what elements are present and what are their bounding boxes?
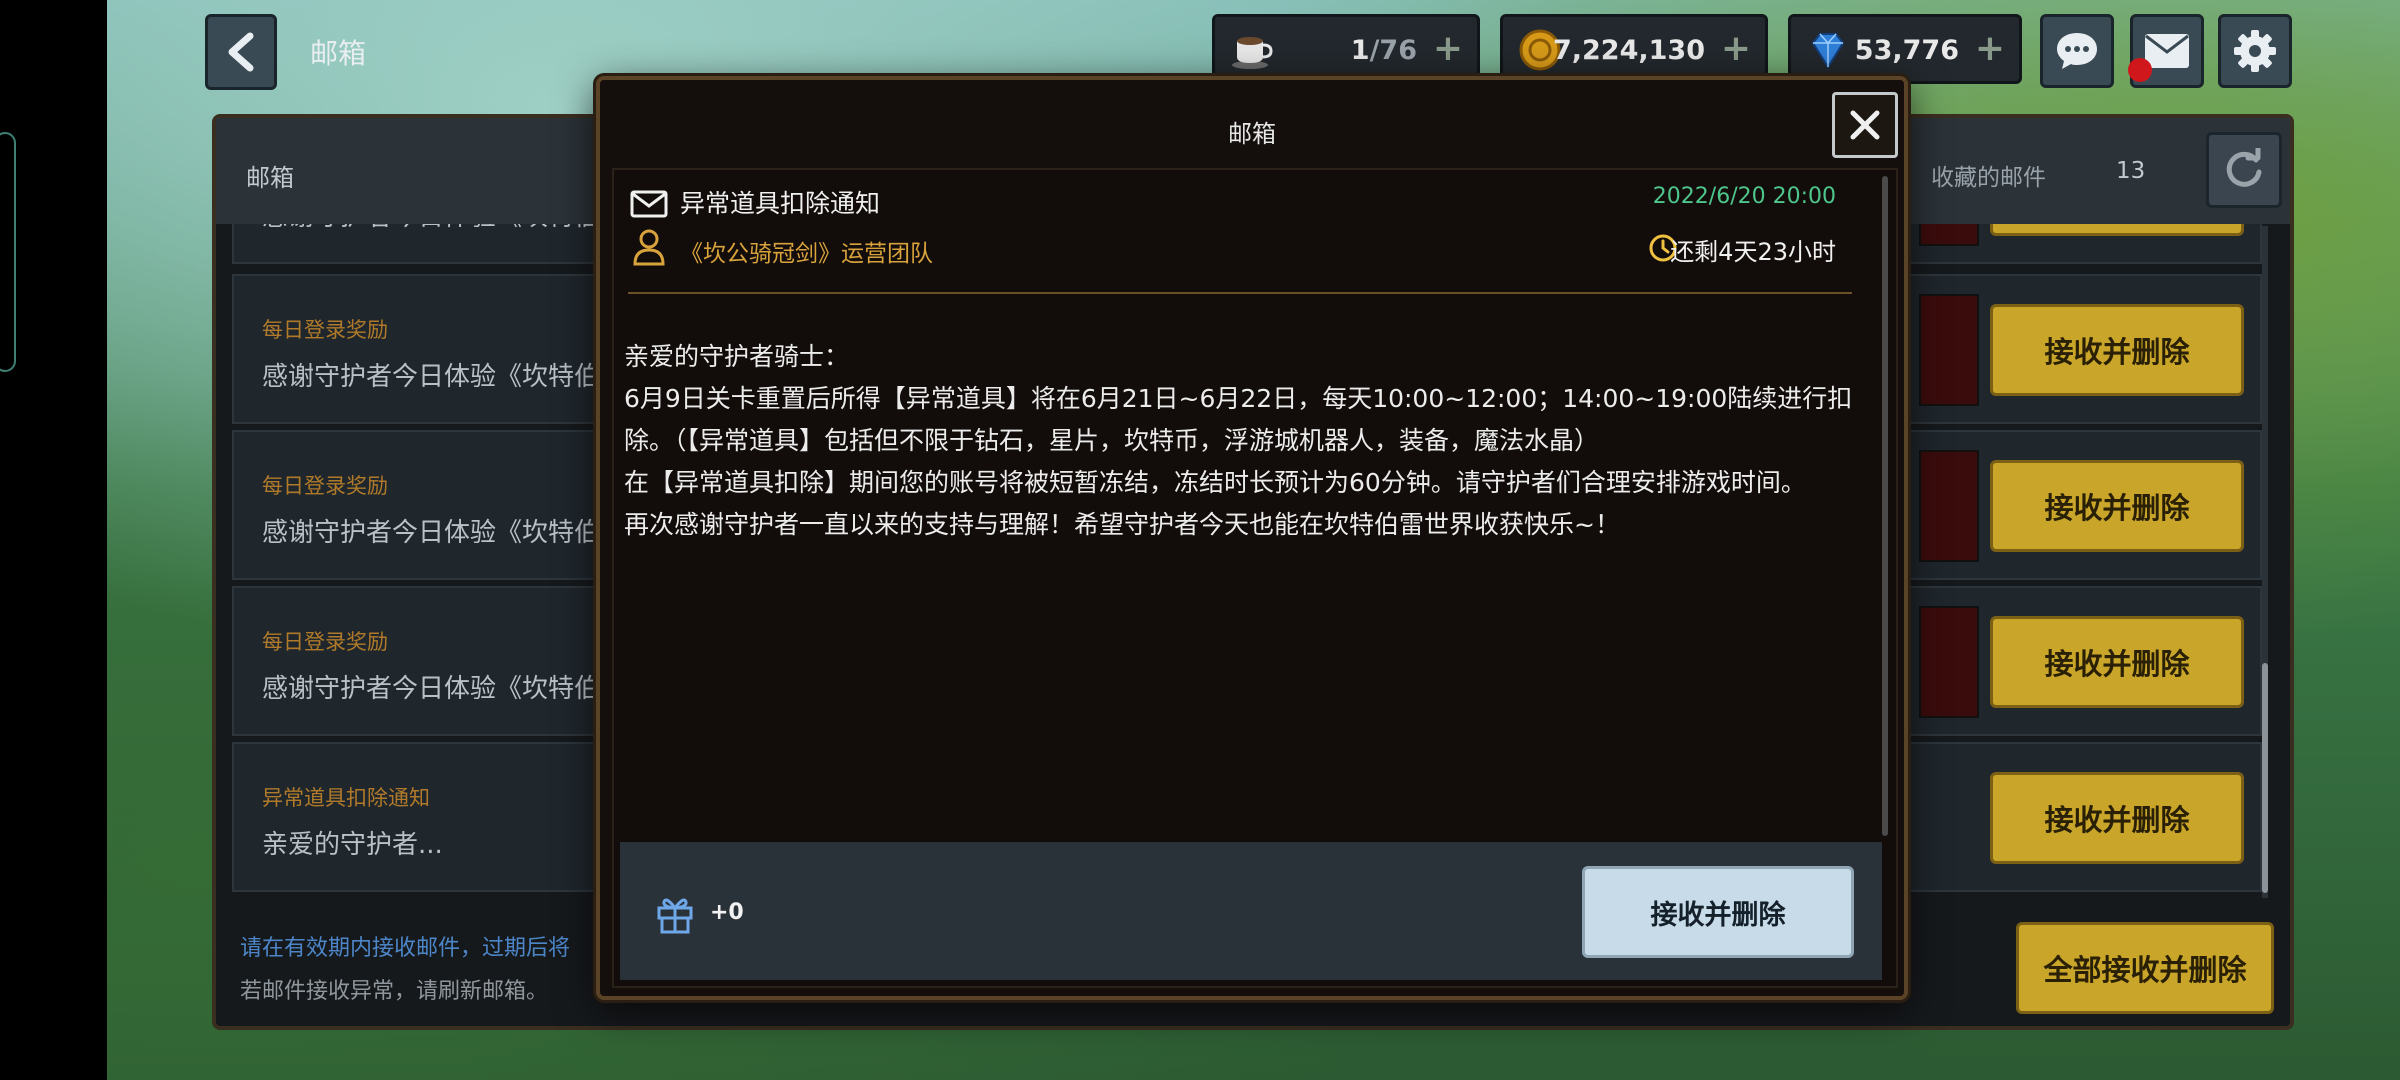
refresh-icon	[2226, 148, 2262, 187]
take-all-button[interactable]: 全部接收并删除	[2016, 922, 2274, 1014]
stamina-current: 1	[1350, 35, 1370, 66]
divider	[628, 292, 1852, 294]
chat-button[interactable]	[2040, 14, 2114, 88]
favorites-count: 13	[2116, 158, 2146, 184]
take-and-delete-button[interactable]: 接收并删除	[1990, 224, 2244, 236]
envelope-icon	[630, 190, 668, 218]
back-arrow-icon	[228, 32, 254, 72]
mail-item-preview: 感谢守护者今日体验《坎特伯	[262, 362, 601, 392]
close-button[interactable]	[1832, 92, 1898, 158]
list-scrollbar[interactable]	[2262, 663, 2268, 893]
stamina-counter: 1/76 +	[1212, 14, 1480, 84]
mail-sender: 《坎公骑冠剑》运营团队	[680, 241, 933, 267]
add-gold-button[interactable]: +	[1721, 31, 1751, 67]
take-and-delete-button[interactable]: 接收并删除	[1990, 772, 2244, 864]
body-paragraph: 6月9日关卡重置后所得【异常道具】将在6月21日~6月22日，每天10:00~1…	[624, 384, 1853, 455]
modal-title: 邮箱	[1228, 120, 1276, 148]
mail-item-title: 每日登录奖励	[262, 474, 388, 498]
settings-button[interactable]	[2218, 14, 2292, 88]
refresh-notice: 若邮件接收异常，请刷新邮箱。	[240, 979, 549, 1004]
notification-dot	[2128, 58, 2152, 82]
gem-amount: 53,776	[1854, 35, 1959, 66]
gear-icon	[2234, 30, 2276, 72]
chat-icon	[2057, 33, 2097, 69]
time-remaining: 还剩4天23小时	[1670, 238, 1836, 266]
reward-thumbnail	[1919, 450, 1979, 562]
take-and-delete-button[interactable]: 接收并删除	[1990, 304, 2244, 396]
panel-title: 邮箱	[246, 164, 294, 192]
attachment-bar: +0 接收并删除	[620, 842, 1882, 980]
favorites-label[interactable]: 收藏的邮件	[1931, 158, 2046, 192]
mail-detail-modal: 邮箱 异常道具扣除通知 2022/6/20 20:00 《坎公骑冠剑》运营团队 …	[596, 76, 1908, 1000]
take-and-delete-button[interactable]: 接收并删除	[1990, 616, 2244, 708]
gem-counter: 53,776 +	[1788, 14, 2022, 84]
add-gems-button[interactable]: +	[1975, 31, 2005, 67]
mail-subject: 异常道具扣除通知	[680, 189, 881, 218]
mail-body: 亲爱的守护者骑士： 6月9日关卡重置后所得【异常道具】将在6月21日~6月22日…	[624, 336, 1864, 546]
page-title: 邮箱	[310, 37, 367, 70]
side-handle	[0, 132, 16, 372]
take-and-delete-button[interactable]: 接收并删除	[1990, 460, 2244, 552]
mail-item-title: 异常道具扣除通知	[262, 786, 430, 810]
refresh-button[interactable]	[2206, 132, 2282, 208]
add-stamina-button[interactable]: +	[1433, 31, 1463, 67]
mail-item-preview: 亲爱的守护者...	[262, 830, 443, 860]
back-button[interactable]	[205, 14, 277, 90]
body-paragraph: 再次感谢守护者一直以来的支持与理解！希望守护者今天也能在坎特伯雷世界收获快乐~！	[624, 510, 1620, 539]
attachment-count: +0	[710, 900, 744, 925]
gold-counter: 7,224,130 +	[1500, 14, 1768, 84]
mail-scrollbar[interactable]	[1882, 176, 1888, 836]
take-and-delete-button[interactable]: 接收并删除	[1582, 866, 1854, 958]
reward-thumbnail	[1919, 606, 1979, 718]
body-paragraph: 亲爱的守护者骑士：	[624, 342, 850, 371]
mail-item-preview: 感谢守护者今日体验《坎特伯	[262, 674, 601, 704]
mail-date: 2022/6/20 20:00	[1652, 184, 1836, 209]
reward-thumbnail	[1919, 294, 1979, 406]
expiry-notice: 请在有效期内接收邮件，过期后将	[240, 936, 571, 961]
gold-amount: 7,224,130	[1552, 35, 1705, 66]
stamina-max: /76	[1369, 35, 1417, 66]
mail-item-title: 每日登录奖励	[262, 630, 388, 654]
close-icon	[1850, 110, 1880, 140]
coffee-cup-icon	[1232, 37, 1273, 69]
gift-icon	[657, 898, 693, 934]
mail-item-preview: 感谢守护者今日体验《坎特伯	[262, 518, 601, 548]
body-paragraph: 在【异常道具扣除】期间您的账号将被短暂冻结，冻结时长预计为60分钟。请守护者们合…	[624, 468, 1806, 497]
mail-item-preview: 感谢守护者今日体验《坎特伯	[262, 224, 600, 233]
user-icon	[633, 229, 665, 266]
mail-item-title: 每日登录奖励	[262, 318, 388, 342]
gem-icon	[1811, 33, 1845, 69]
reward-thumbnail	[1919, 224, 1979, 246]
